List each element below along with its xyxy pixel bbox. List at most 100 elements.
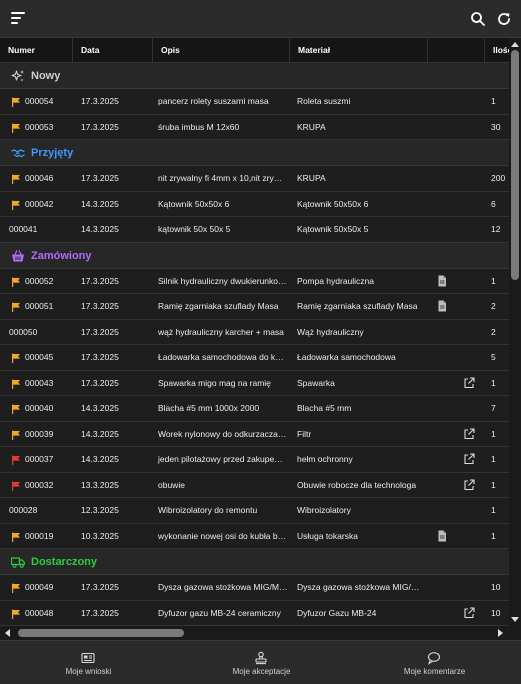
group-label: Dostarczony bbox=[31, 556, 98, 568]
external-link-icon[interactable] bbox=[463, 453, 475, 465]
vertical-scroll-thumb[interactable] bbox=[511, 50, 519, 280]
nav-my-requests[interactable]: Moje wnioski bbox=[2, 641, 175, 684]
horizontal-scrollbar[interactable] bbox=[0, 626, 509, 640]
flag-icon bbox=[11, 123, 21, 133]
cell-number: 000052 bbox=[25, 275, 54, 286]
cell-quantity: 200 bbox=[491, 173, 506, 183]
cell-quantity: 1 bbox=[491, 479, 496, 490]
scroll-right-arrow-icon[interactable] bbox=[495, 628, 505, 638]
group-header[interactable]: Dostarczony bbox=[0, 549, 509, 575]
column-header-material[interactable]: Materiał bbox=[290, 38, 428, 63]
cell-number: 000053 bbox=[25, 121, 54, 132]
flag-icon bbox=[11, 174, 21, 184]
table-row[interactable]: 000040 14.3.2025 Blacha #5 mm 1000x 2000 Bl… bbox=[0, 396, 509, 422]
cell-material: Wąż hydrauliczny bbox=[297, 326, 364, 337]
group-label: Przyjęty bbox=[31, 147, 74, 159]
flag-icon bbox=[11, 609, 21, 619]
group-header[interactable]: Zamówiony bbox=[0, 242, 509, 269]
cell-quantity: 6 bbox=[491, 198, 496, 209]
cell-date: 14.3.2025 bbox=[81, 224, 119, 234]
basket-icon bbox=[11, 249, 25, 263]
cell-date: 17.3.2025 bbox=[81, 582, 119, 592]
column-header-number[interactable]: Numer bbox=[0, 38, 73, 63]
cell-material: hełm ochronny bbox=[297, 454, 353, 464]
search-icon[interactable] bbox=[470, 11, 486, 27]
table-row[interactable]: 000051 17.3.2025 Ramię zgarniaka szuflady … bbox=[0, 294, 509, 320]
scroll-up-arrow-icon[interactable] bbox=[510, 40, 520, 50]
newspaper-icon bbox=[81, 652, 95, 664]
scroll-left-arrow-icon[interactable] bbox=[3, 628, 13, 638]
top-toolbar bbox=[0, 0, 521, 38]
external-link-icon[interactable] bbox=[463, 427, 475, 440]
group-label: Zamówiony bbox=[31, 249, 92, 262]
group-header[interactable]: Przyjęty bbox=[0, 140, 509, 166]
table-row[interactable]: 000053 17.3.2025 śruba imbus M 12x60 KRUPA 3… bbox=[0, 114, 509, 140]
column-header-date[interactable]: Data bbox=[73, 38, 153, 63]
truck-icon bbox=[10, 555, 25, 569]
document-icon[interactable] bbox=[436, 300, 448, 312]
cell-material: Spawarka bbox=[297, 377, 335, 388]
cell-number: 000040 bbox=[25, 403, 54, 413]
cell-date: 17.3.2025 bbox=[81, 326, 119, 337]
cell-date: 17.3.2025 bbox=[81, 121, 119, 132]
cell-number: 000019 bbox=[25, 530, 54, 541]
cell-number: 000049 bbox=[25, 582, 54, 592]
refresh-icon[interactable] bbox=[496, 11, 512, 27]
cell-date: 17.3.2025 bbox=[81, 173, 119, 183]
external-link-icon[interactable] bbox=[463, 478, 475, 491]
table-row[interactable]: 000039 14.3.2025 Worek nylonowy do odkurza… bbox=[0, 421, 509, 447]
external-link-icon[interactable] bbox=[463, 376, 475, 389]
column-header-description[interactable]: Opis bbox=[153, 38, 290, 63]
cell-quantity: 1 bbox=[491, 96, 496, 106]
cell-quantity: 1 bbox=[491, 530, 496, 541]
nav-my-approvals[interactable]: Moje akceptacje bbox=[175, 641, 348, 684]
table-row[interactable]: 000041 14.3.2025 kątownik 50x 50x 5 Kątowni… bbox=[0, 217, 509, 243]
cell-description: nit zrywalny fi 4mm x 10,nit zrywalny bbox=[158, 173, 288, 183]
table-row[interactable]: 000045 17.3.2025 Ładowarka samochodowa do … bbox=[0, 345, 509, 371]
cell-material: Dysza gazowa stożkowa MIG/Mag bbox=[297, 582, 424, 592]
cell-description: Dysza gazowa stożkowa MIG/MAG bbox=[158, 582, 288, 592]
table-row[interactable]: 000032 13.3.2025 obuwie Obuwie robocze dla … bbox=[0, 472, 509, 498]
hamburger-icon[interactable] bbox=[11, 12, 25, 24]
cell-quantity: 5 bbox=[491, 352, 496, 362]
handshake-icon bbox=[11, 146, 25, 160]
scroll-down-arrow-icon[interactable] bbox=[510, 614, 520, 624]
group-header[interactable]: Nowy bbox=[0, 63, 509, 89]
table-body: Nowy 000054 17.3.2025 pancerz rolety suszar… bbox=[0, 63, 509, 626]
column-header-quantity[interactable]: Ilość bbox=[485, 38, 509, 63]
table-row[interactable]: 000054 17.3.2025 pancerz rolety suszarni m… bbox=[0, 89, 509, 115]
document-icon[interactable] bbox=[436, 275, 448, 287]
table-row[interactable]: 000048 17.3.2025 Dyfuzor gazu MB-24 cerami… bbox=[0, 600, 509, 626]
cell-material: Kątownik 50x50x 5 bbox=[297, 224, 369, 234]
vertical-scrollbar[interactable] bbox=[509, 38, 521, 626]
cell-material: Filtr bbox=[297, 428, 312, 439]
sparkles-icon bbox=[11, 69, 25, 83]
table-row[interactable]: 000043 17.3.2025 Spawarka migo mag na rami… bbox=[0, 370, 509, 396]
cell-quantity: 2 bbox=[491, 301, 496, 311]
document-icon[interactable] bbox=[436, 530, 448, 542]
cell-date: 14.3.2025 bbox=[81, 454, 119, 464]
nav-label: Moje komentarze bbox=[403, 667, 466, 676]
cell-quantity: 2 bbox=[491, 326, 496, 337]
table-row[interactable]: 000019 10.3.2025 wykonanie nowej osi do ku… bbox=[0, 523, 509, 549]
table-row[interactable]: 000049 17.3.2025 Dysza gazowa stożkowa MIG… bbox=[0, 575, 509, 601]
nav-my-comments[interactable]: Moje komentarze bbox=[348, 641, 521, 684]
cell-number: 000046 bbox=[25, 173, 54, 183]
table-row[interactable]: 000037 14.3.2025 jeden pilotażowy przed za… bbox=[0, 447, 509, 473]
cell-date: 17.3.2025 bbox=[81, 607, 119, 618]
table-row[interactable]: 000028 12.3.2025 Wibroizolatory do remontu… bbox=[0, 498, 509, 524]
cell-material: Kątownik 50x50x 6 bbox=[297, 198, 369, 209]
table-row[interactable]: 000052 17.3.2025 Silnik hydrauliczny dwuki… bbox=[0, 268, 509, 294]
cell-description: Ramię zgarniaka szuflady Masa bbox=[158, 301, 279, 311]
table-row[interactable]: 000050 17.3.2025 wąż hydrauliczny karcher … bbox=[0, 319, 509, 345]
horizontal-scroll-thumb[interactable] bbox=[18, 629, 184, 637]
cell-material: Wibroizolatory bbox=[297, 505, 351, 515]
flag-icon bbox=[11, 200, 21, 210]
cell-date: 13.3.2025 bbox=[81, 479, 119, 490]
cell-number: 000041 bbox=[9, 224, 38, 234]
cell-description: pancerz rolety suszarni masa bbox=[158, 96, 269, 106]
table-row[interactable]: 000046 17.3.2025 nit zrywalny fi 4mm x 10,… bbox=[0, 166, 509, 192]
cell-number: 000048 bbox=[25, 607, 54, 618]
external-link-icon[interactable] bbox=[463, 606, 475, 619]
table-row[interactable]: 000042 14.3.2025 Kątownik 50x50x 6 Kątownik… bbox=[0, 191, 509, 217]
